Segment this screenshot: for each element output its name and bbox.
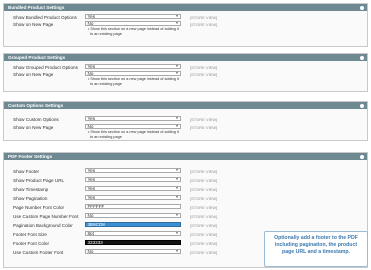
- scope-label: [STORE VIEW]: [190, 21, 218, 27]
- section-header[interactable]: PDF Footer Settings: [4, 153, 367, 160]
- show-grouped-options-select[interactable]: Yes ▼: [85, 63, 181, 69]
- field-label: Show Timestamp: [13, 186, 49, 192]
- show-timestamp-select[interactable]: Yes ▼: [85, 185, 181, 191]
- chevron-down-icon: ▼: [175, 116, 179, 121]
- scope-label: [STORE VIEW]: [190, 14, 218, 20]
- field-label: Use Custom Page Number Font: [13, 213, 79, 219]
- chevron-down-icon: ▼: [175, 213, 179, 218]
- collapse-toggle-icon[interactable]: [360, 103, 364, 108]
- field-label: Show Pagination: [13, 195, 48, 201]
- footer-callout: Optionally add a footer to the PDF inclu…: [264, 231, 368, 267]
- section-header[interactable]: Grouped Product Settings: [4, 54, 367, 61]
- chevron-down-icon: ▼: [175, 124, 179, 129]
- row-show-pagination: Show Pagination Yes ▼ [STORE VIEW]: [4, 194, 367, 202]
- chevron-down-icon: ▼: [175, 21, 179, 26]
- field-label: Footer Font Size: [13, 231, 47, 237]
- row-use-custom-page-number-font: Use Custom Page Number Font No ▼ [STORE V…: [4, 212, 367, 220]
- row-show-timestamp: Show Timestamp Yes ▼ [STORE VIEW]: [4, 185, 367, 193]
- field-label: Show on New Page: [13, 124, 54, 130]
- row-show-footer: Show Footer Yes ▼ [STORE VIEW]: [4, 167, 367, 175]
- section-title: Bundled Product Settings: [8, 5, 65, 10]
- row-show-on-new-page: Show on New Page No ▼ [STORE VIEW]: [4, 20, 367, 28]
- scope-label: [STORE VIEW]: [190, 213, 218, 219]
- scope-label: [STORE VIEW]: [190, 168, 218, 174]
- field-label: Show on New Page: [13, 71, 54, 77]
- field-label: Pagination Background Color: [13, 222, 73, 228]
- row-page-number-font-color: Page Number Font Color FFFFFF [STORE VIE…: [4, 203, 367, 211]
- show-on-new-page-select[interactable]: No ▼: [85, 123, 181, 129]
- collapse-toggle-icon[interactable]: [360, 55, 364, 60]
- collapse-toggle-icon[interactable]: [360, 5, 364, 10]
- field-label: Footer Font Color: [13, 240, 49, 246]
- row-show-custom-options: Show Custom Options Yes ▼ [STORE VIEW]: [4, 115, 367, 123]
- field-label: Use Custom Footer Font: [13, 249, 64, 255]
- field-note: • Show this section on a new page instea…: [88, 130, 179, 139]
- scope-label: [STORE VIEW]: [190, 186, 218, 192]
- field-label: Show on New Page: [13, 21, 54, 27]
- section-title: Grouped Product Settings: [8, 55, 66, 60]
- pagination-background-color-input[interactable]: 3B8CD8: [85, 221, 181, 227]
- scope-label: [STORE VIEW]: [190, 222, 218, 228]
- footer-font-color-input[interactable]: 333333: [85, 239, 181, 245]
- grouped-product-settings-section: Grouped Product Settings Show Grouped Pr…: [3, 53, 368, 92]
- page-number-font-color-input[interactable]: FFFFFF: [85, 203, 181, 209]
- chevron-down-icon: ▼: [175, 64, 179, 69]
- field-label: Show Custom Options: [13, 116, 59, 122]
- field-note: • Show this section on a new page instea…: [88, 27, 179, 36]
- chevron-down-icon: ▼: [175, 195, 179, 200]
- row-show-on-new-page: Show on New Page No ▼ [STORE VIEW]: [4, 123, 367, 131]
- scope-label: [STORE VIEW]: [190, 195, 218, 201]
- scope-label: [STORE VIEW]: [190, 177, 218, 183]
- chevron-down-icon: ▼: [175, 231, 179, 236]
- footer-font-size-select[interactable]: 8pt ▼: [85, 230, 181, 236]
- callout-line: Optionally add a footer to the PDF: [274, 235, 358, 241]
- collapse-toggle-icon[interactable]: [360, 154, 364, 159]
- scope-label: [STORE VIEW]: [190, 71, 218, 77]
- chevron-down-icon: ▼: [175, 186, 179, 191]
- scope-label: [STORE VIEW]: [190, 124, 218, 130]
- show-footer-select[interactable]: Yes ▼: [85, 167, 181, 173]
- section-title: PDF Footer Settings: [8, 154, 53, 159]
- use-custom-footer-font-select[interactable]: No ▼: [85, 248, 181, 254]
- custom-options-settings-section: Custom Options Settings Show Custom Opti…: [3, 101, 368, 141]
- row-pagination-background-color: Pagination Background Color 3B8CD8 [STOR…: [4, 221, 367, 229]
- bundled-product-settings-section: Bundled Product Settings Show Bundled Pr…: [3, 3, 368, 47]
- row-show-on-new-page: Show on New Page No ▼ [STORE VIEW]: [4, 70, 367, 78]
- show-pagination-select[interactable]: Yes ▼: [85, 194, 181, 200]
- chevron-down-icon: ▼: [175, 14, 179, 19]
- chevron-down-icon: ▼: [175, 168, 179, 173]
- show-on-new-page-select[interactable]: No ▼: [85, 20, 181, 26]
- chevron-down-icon: ▼: [175, 71, 179, 76]
- chevron-down-icon: ▼: [175, 249, 179, 254]
- scope-label: [STORE VIEW]: [190, 231, 218, 237]
- callout-line: page URL and a timestamp.: [282, 249, 350, 256]
- row-show-product-page-url: Show Product Page URL Yes ▼ [STORE VIEW]: [4, 176, 367, 184]
- field-label: Show Grouped Product Options: [13, 64, 78, 70]
- field-label: Show Footer: [13, 168, 40, 174]
- use-custom-page-number-font-select[interactable]: No ▼: [85, 212, 181, 218]
- scope-label: [STORE VIEW]: [190, 116, 218, 122]
- field-label: Page Number Font Color: [13, 204, 65, 210]
- scope-label: [STORE VIEW]: [190, 249, 218, 255]
- scope-label: [STORE VIEW]: [190, 64, 218, 70]
- show-custom-options-select[interactable]: Yes ▼: [85, 115, 181, 121]
- show-on-new-page-select[interactable]: No ▼: [85, 70, 181, 76]
- section-header[interactable]: Bundled Product Settings: [4, 4, 367, 11]
- scope-label: [STORE VIEW]: [190, 204, 218, 210]
- field-label: Show Bundled Product Options: [13, 14, 77, 20]
- show-product-page-url-select[interactable]: Yes ▼: [85, 176, 181, 182]
- section-title: Custom Options Settings: [8, 103, 64, 108]
- scope-label: [STORE VIEW]: [190, 240, 218, 246]
- field-label: Show Product Page URL: [13, 177, 65, 183]
- chevron-down-icon: ▼: [175, 177, 179, 182]
- callout-line: including pagination, the product: [274, 242, 358, 249]
- field-note: • Show this section on a new page instea…: [88, 77, 179, 86]
- section-header[interactable]: Custom Options Settings: [4, 102, 367, 109]
- show-bundled-options-select[interactable]: Yes ▼: [85, 13, 181, 19]
